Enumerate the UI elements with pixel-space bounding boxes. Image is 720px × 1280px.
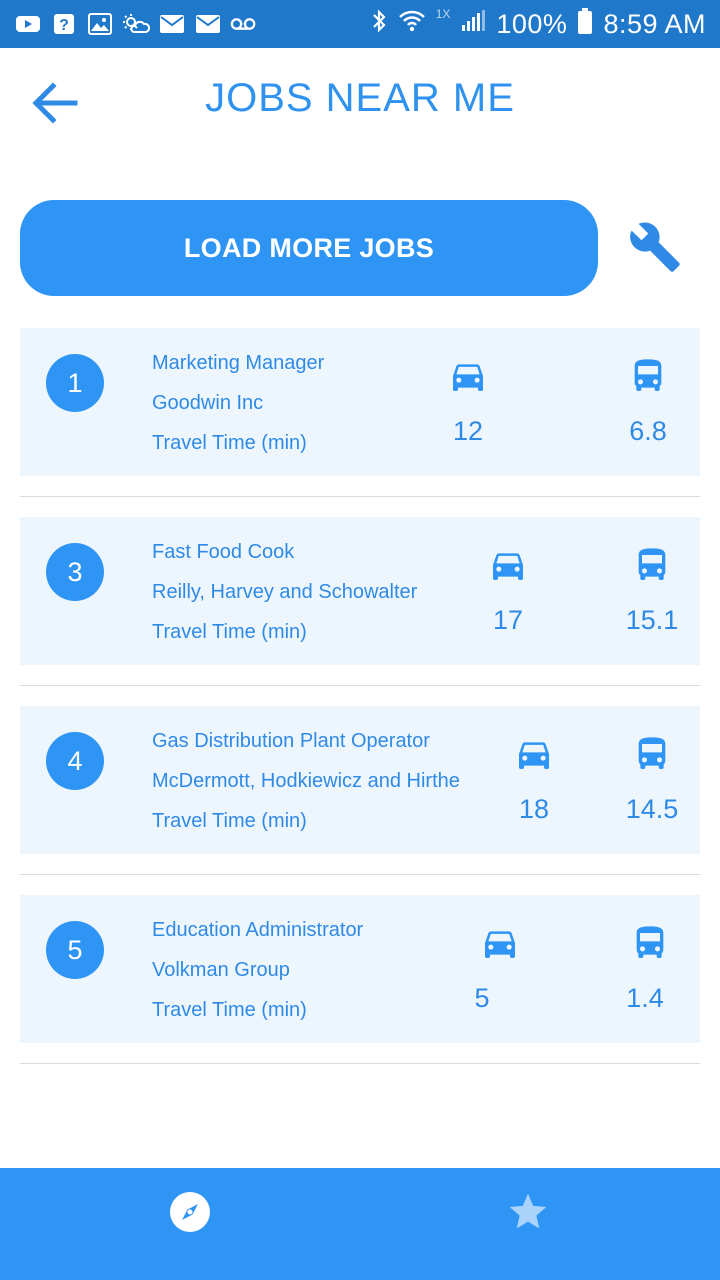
job-title: Education Administrator	[152, 919, 364, 941]
job-card[interactable]: 5 Education Administrator Volkman Group …	[20, 895, 700, 1043]
travel-time-label: Travel Time (min)	[152, 621, 307, 643]
travel-time-label: Travel Time (min)	[152, 810, 307, 832]
car-travel: 12	[428, 354, 508, 447]
divider	[20, 1063, 700, 1064]
bluetooth-icon	[370, 8, 388, 41]
page-title: JOBS NEAR ME	[205, 76, 515, 120]
bus-icon	[608, 354, 688, 398]
rank-badge: 5	[46, 921, 104, 979]
divider	[20, 496, 700, 497]
job-card[interactable]: 3 Fast Food Cook Reilly, Harvey and Scho…	[20, 517, 700, 665]
nav-explore[interactable]	[160, 1182, 220, 1242]
svg-text:?: ?	[59, 17, 69, 34]
job-details: Education Administrator Volkman Group Tr…	[152, 917, 363, 1037]
company-name: Goodwin Inc	[152, 392, 264, 414]
mail-icon	[158, 13, 186, 35]
load-more-jobs-button[interactable]: LOAD MORE JOBS	[20, 200, 598, 296]
image-icon	[86, 13, 114, 35]
job-title: Marketing Manager	[152, 352, 325, 374]
status-bar: ? 1X 100% 8:59 AM	[0, 0, 720, 48]
bottom-nav	[0, 1168, 720, 1280]
bus-travel: 6.8	[608, 354, 688, 447]
job-title: Fast Food Cook	[152, 541, 295, 563]
car-travel: 5	[460, 921, 540, 1014]
star-icon	[509, 1193, 547, 1229]
car-icon	[468, 543, 548, 587]
car-icon	[428, 354, 508, 398]
wrench-icon	[630, 222, 680, 272]
header: JOBS NEAR ME	[0, 48, 720, 158]
job-card[interactable]: 1 Marketing Manager Goodwin Inc Travel T…	[20, 328, 700, 476]
filter-settings-button[interactable]	[626, 218, 684, 276]
rank-badge: 1	[46, 354, 104, 412]
car-time: 18	[518, 794, 550, 824]
bus-travel: 15.1	[612, 543, 692, 636]
bus-icon	[610, 921, 690, 965]
divider	[20, 874, 700, 875]
bus-icon	[612, 732, 692, 776]
car-icon	[494, 732, 574, 776]
car-travel: 17	[468, 543, 548, 636]
bus-travel: 14.5	[612, 732, 692, 825]
bus-travel: 1.4	[610, 921, 690, 1014]
car-icon	[460, 921, 540, 965]
bus-time: 15.1	[625, 605, 679, 635]
bus-time: 6.8	[629, 416, 667, 446]
mail-icon	[194, 13, 222, 35]
wifi-icon	[398, 9, 426, 40]
bus-time: 1.4	[626, 983, 664, 1013]
job-details: Gas Distribution Plant Operator McDermot…	[152, 728, 460, 848]
company-name: Reilly, Harvey and Schowalter	[152, 581, 418, 603]
job-title: Gas Distribution Plant Operator	[152, 730, 430, 752]
job-details: Marketing Manager Goodwin Inc Travel Tim…	[152, 350, 324, 470]
company-name: Volkman Group	[152, 959, 290, 981]
compass-icon	[170, 1192, 210, 1232]
company-name: McDermott, Hodkiewicz and Hirthe	[152, 770, 460, 792]
job-details: Fast Food Cook Reilly, Harvey and Schowa…	[152, 539, 417, 659]
rank-badge: 3	[46, 543, 104, 601]
job-list: 1 Marketing Manager Goodwin Inc Travel T…	[20, 328, 700, 1084]
youtube-icon	[14, 13, 42, 35]
battery-icon	[577, 7, 593, 42]
bus-icon	[612, 543, 692, 587]
car-travel: 18	[494, 732, 574, 825]
car-time: 5	[474, 983, 490, 1013]
battery-percent: 100%	[496, 8, 568, 39]
weather-icon	[122, 13, 150, 35]
job-card[interactable]: 4 Gas Distribution Plant Operator McDerm…	[20, 706, 700, 854]
notification-icons: ?	[14, 13, 258, 35]
travel-time-label: Travel Time (min)	[152, 432, 307, 454]
car-time: 17	[492, 605, 524, 635]
network-badge: 1X	[435, 7, 451, 21]
nav-favorites[interactable]	[498, 1182, 558, 1242]
clock: 8:59 AM	[603, 8, 706, 39]
bus-time: 14.5	[625, 794, 679, 824]
travel-time-label: Travel Time (min)	[152, 999, 307, 1021]
voicemail-icon	[230, 13, 258, 35]
rank-badge: 4	[46, 732, 104, 790]
signal-icon	[460, 9, 486, 40]
divider	[20, 685, 700, 686]
help-icon: ?	[50, 13, 78, 35]
system-status: 1X 100% 8:59 AM	[370, 7, 706, 42]
car-time: 12	[452, 416, 484, 446]
